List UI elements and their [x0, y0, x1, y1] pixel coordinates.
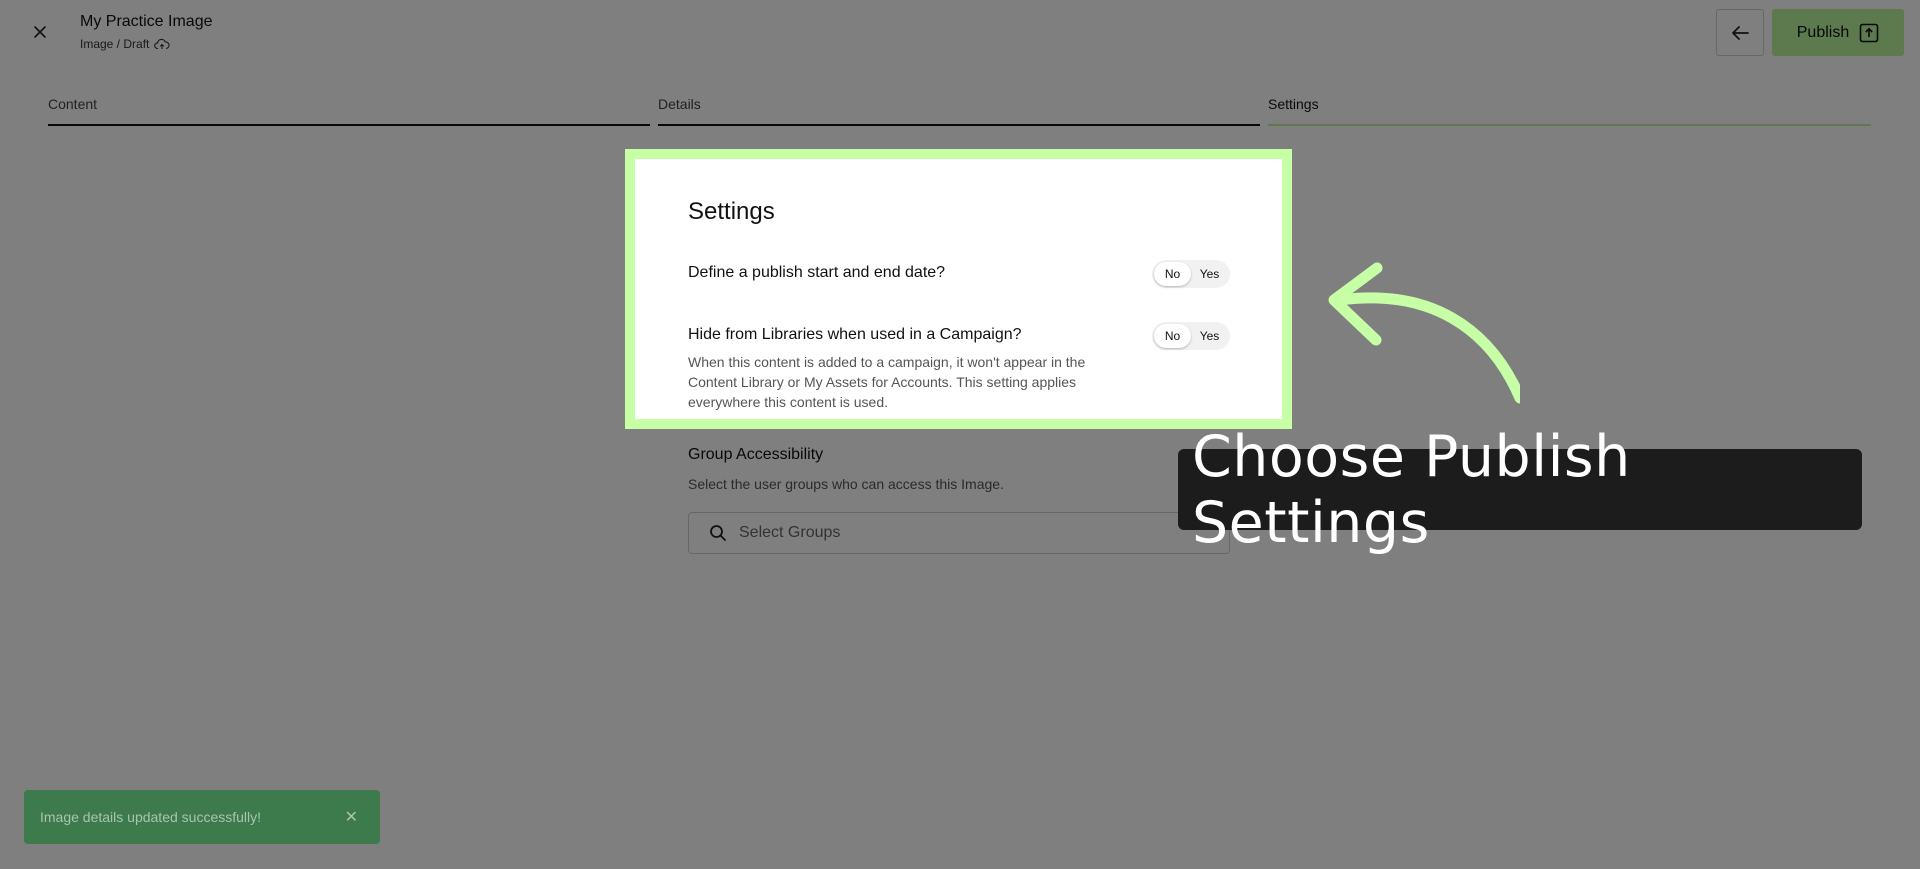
tab-label: Content [48, 96, 98, 112]
hide-libraries-row: Hide from Libraries when used in a Campa… [688, 322, 1230, 412]
cloud-upload-icon [154, 38, 170, 50]
back-button[interactable] [1716, 9, 1764, 56]
toggle-no[interactable]: No [1154, 262, 1191, 286]
publish-dates-row: Define a publish start and end date? No … [688, 260, 1230, 288]
group-accessibility-title: Group Accessibility [688, 446, 824, 463]
publish-button[interactable]: Publish [1772, 9, 1904, 56]
toggle-no[interactable]: No [1154, 324, 1191, 348]
tab-settings[interactable]: Settings [1268, 94, 1871, 126]
publish-dates-toggle[interactable]: No Yes [1152, 260, 1230, 288]
close-button[interactable] [24, 18, 56, 46]
tab-label: Settings [1268, 96, 1319, 112]
callout-text: Choose Publish Settings [1192, 423, 1631, 556]
toggle-yes[interactable]: Yes [1191, 324, 1228, 348]
arrow-left-icon [1732, 25, 1749, 40]
toast-notification: Image details updated successfully! ✕ [24, 790, 380, 844]
hide-libraries-toggle[interactable]: No Yes [1152, 322, 1230, 350]
toast-close-icon[interactable]: ✕ [345, 807, 358, 827]
group-accessibility-description: Select the user groups who can access th… [688, 476, 1004, 492]
close-icon [34, 26, 46, 38]
toggle-yes[interactable]: Yes [1191, 262, 1228, 286]
breadcrumb-text: Image / Draft [80, 37, 150, 51]
publish-dates-question: Define a publish start and end date? [688, 264, 946, 281]
publish-label: Publish [1796, 23, 1850, 41]
select-groups-placeholder: Select Groups [739, 524, 841, 541]
callout-label: Choose Publish Settings [1178, 424, 1862, 556]
tab-details[interactable]: Details [658, 94, 1260, 126]
breadcrumb: Image / Draft [80, 37, 212, 51]
hide-libraries-question: Hide from Libraries when used in a Campa… [688, 326, 1022, 343]
page-title: My Practice Image [80, 13, 213, 30]
search-icon [710, 525, 726, 541]
settings-heading: Settings [688, 198, 775, 225]
curved-arrow-icon [1328, 262, 1520, 404]
tab-label: Details [658, 96, 701, 112]
hide-libraries-description: When this content is added to a campaign… [688, 354, 1086, 410]
select-groups-input[interactable]: Select Groups [688, 512, 1230, 554]
group-accessibility-section: Group Accessibility Select the user grou… [688, 446, 1230, 554]
publish-icon [1859, 23, 1879, 42]
toast-message: Image details updated successfully! [40, 809, 262, 825]
title-block: My Practice Image Image / Draft [80, 13, 212, 51]
tab-content[interactable]: Content [48, 94, 650, 126]
settings-panel: Settings Define a publish start and end … [688, 198, 1230, 410]
